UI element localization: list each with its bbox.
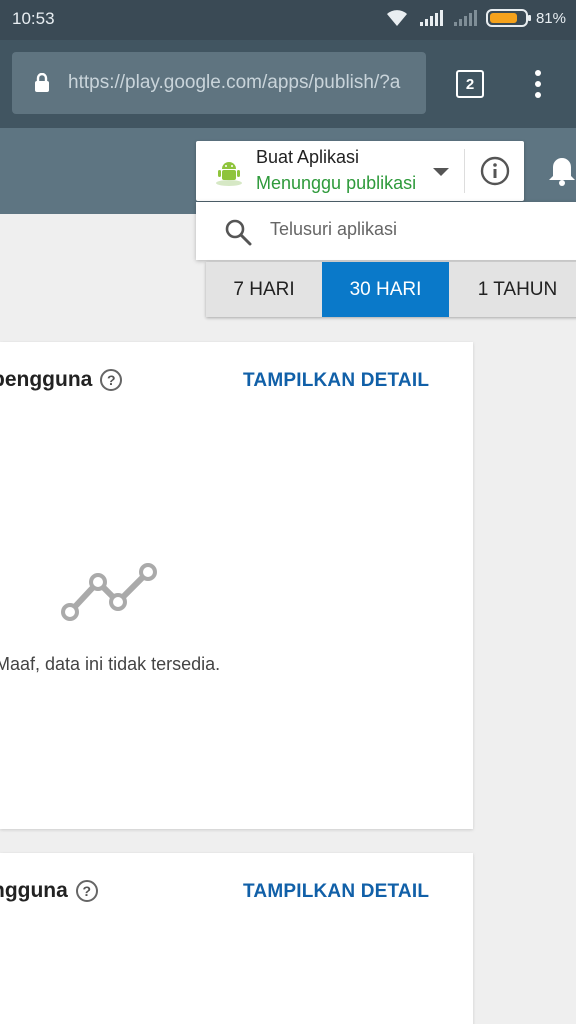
line-chart-icon [61, 563, 157, 621]
card-title: pengguna ? [0, 368, 123, 392]
status-icons: 81% [384, 8, 566, 28]
battery-level [489, 13, 517, 23]
android-app-icon [216, 162, 242, 186]
card-title: ngguna ? [0, 879, 98, 903]
show-details-link[interactable]: TAMPILKAN DETAIL [243, 370, 429, 392]
status-time: 10:53 [12, 9, 55, 28]
wifi-icon [386, 10, 407, 26]
tab-1-tahun[interactable]: 1 TAHUN [449, 262, 576, 317]
date-range-tabs: 7 HARI 30 HARI 1 TAHUN [206, 262, 576, 317]
battery-percent: 81% [535, 9, 566, 27]
browser-toolbar: https://play.google.com/apps/publish/?a … [0, 40, 576, 128]
tab-switcher-button[interactable]: 2 [456, 70, 484, 98]
show-details-link[interactable]: TAMPILKAN DETAIL [243, 881, 429, 903]
battery-icon [485, 9, 531, 27]
app-status: Menunggu publikasi [256, 173, 417, 193]
bell-icon[interactable] [548, 155, 576, 187]
caret-down-icon[interactable] [433, 168, 449, 176]
divider [464, 149, 465, 193]
help-icon[interactable]: ? [100, 369, 123, 391]
signal-icon [419, 10, 443, 26]
no-data-message: Maaf, data ini tidak tersedia. [0, 654, 221, 674]
app-name: Buat Aplikasi [256, 147, 360, 167]
tab-30-hari[interactable]: 30 HARI [322, 262, 449, 317]
stats-card: pengguna ? TAMPILKAN DETAIL Maaf, data i… [0, 342, 473, 829]
search-placeholder: Telusuri aplikasi [270, 219, 398, 239]
overflow-menu-icon[interactable] [528, 66, 548, 102]
tab-7-hari[interactable]: 7 HARI [206, 262, 322, 317]
url-bar[interactable]: https://play.google.com/apps/publish/?a [12, 52, 426, 114]
info-icon[interactable] [480, 156, 510, 186]
card-title-text: ngguna [0, 879, 68, 902]
app-selector[interactable]: Buat Aplikasi Menunggu publikasi [196, 141, 524, 201]
status-bar: 10:53 81% [0, 0, 576, 40]
lock-icon [35, 73, 49, 92]
signal-weak-icon [453, 10, 477, 26]
stats-card: ngguna ? TAMPILKAN DETAIL [0, 853, 473, 1024]
search-field[interactable]: Telusuri aplikasi [196, 202, 576, 260]
search-icon [225, 219, 252, 246]
url-text: https://play.google.com/apps/publish/?a [68, 72, 401, 93]
help-icon[interactable]: ? [75, 880, 98, 902]
card-title-text: pengguna [0, 368, 93, 391]
